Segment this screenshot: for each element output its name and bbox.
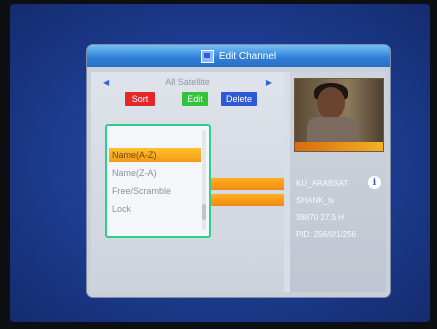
info-satellite: KU_ARABSAT (296, 179, 349, 188)
delete-button[interactable]: Delete (221, 92, 257, 106)
sort-option-free-scramble[interactable]: Free/Scramble (109, 184, 201, 198)
preview-banner (295, 142, 383, 151)
next-satellite-arrow-icon[interactable]: ▶ (266, 78, 272, 87)
sort-dropdown[interactable]: Name(A-Z) Name(Z-A) Free/Scramble Lock (105, 124, 211, 238)
dropdown-scroll-thumb[interactable] (202, 204, 206, 220)
preview-person-face (317, 87, 345, 119)
window-title: Edit Channel (218, 50, 277, 62)
info-frequency: 38870 27.5 H (296, 213, 345, 222)
action-buttons: Sort Edit Delete (91, 92, 284, 108)
channel-preview-video (294, 78, 384, 152)
window-body: ◀ All Satellite ▶ Sort Edit Delete Name(… (91, 72, 386, 292)
channel-info-pane: i KU_ARABSAT SHANK_tv 38870 27.5 H PID: … (290, 72, 386, 292)
sort-option-lock[interactable]: Lock (109, 202, 201, 216)
tv-screen: Edit Channel ◀ All Satellite ▶ Sort Edit… (10, 4, 430, 322)
channel-row-highlight[interactable] (201, 178, 284, 190)
info-channel-name: SHANK_tv (296, 196, 335, 205)
sort-option-name-za[interactable]: Name(Z-A) (109, 166, 201, 180)
sort-option-name-az[interactable]: Name(A-Z) (109, 148, 201, 162)
satellite-selector[interactable]: ◀ All Satellite ▶ (91, 75, 284, 89)
channel-list-pane: ◀ All Satellite ▶ Sort Edit Delete Name(… (91, 72, 284, 292)
preview-person-body (307, 117, 357, 143)
edit-channel-window: Edit Channel ◀ All Satellite ▶ Sort Edit… (87, 45, 390, 297)
sort-button[interactable]: Sort (125, 92, 155, 106)
channel-row-highlight[interactable] (201, 194, 284, 206)
prev-satellite-arrow-icon[interactable]: ◀ (103, 78, 109, 87)
channel-icon (200, 49, 214, 63)
info-pid: PID: 256/0/1/256 (296, 230, 357, 239)
title-bar: Edit Channel (87, 45, 390, 67)
edit-button[interactable]: Edit (182, 92, 208, 106)
satellite-label: All Satellite (165, 77, 210, 87)
dropdown-scrollbar[interactable] (202, 130, 206, 230)
info-icon[interactable]: i (368, 176, 381, 189)
